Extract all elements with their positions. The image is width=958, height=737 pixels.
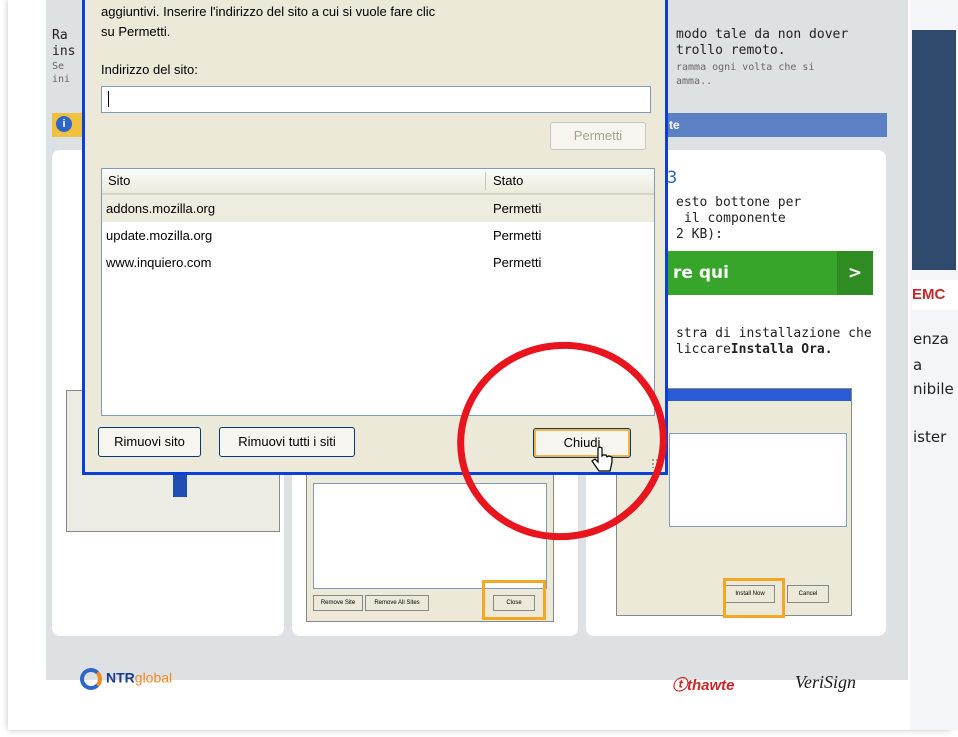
highlight-close-box	[482, 580, 546, 620]
site-cell: www.inquiero.com	[106, 255, 212, 270]
download-button[interactable]: re qui >	[665, 251, 873, 295]
left-text-fragment-2: ins	[52, 44, 76, 59]
site-cell: addons.mozilla.org	[106, 201, 216, 216]
dialog-intro-line-2: su Permetti.	[101, 24, 171, 39]
site-cell: update.mozilla.org	[106, 228, 213, 243]
right-label-ister: ister	[913, 428, 947, 446]
text-caret	[108, 91, 109, 108]
step-text-line-3: 2 KB):	[676, 227, 723, 242]
highlight-install-box	[723, 578, 785, 618]
verisign-logo-text: VeriSign	[795, 672, 856, 692]
thumbnail-2-remove-all: Remove All Sites	[365, 595, 429, 611]
status-cell: Permetti	[493, 228, 542, 243]
site-row[interactable]: addons.mozilla.org Permetti	[102, 195, 654, 222]
thumbnail-3-panel	[669, 433, 847, 527]
hand-cursor-icon	[591, 446, 613, 472]
dialog-intro-line-1: aggiuntivi. Inserire l'indirizzo del sit…	[101, 4, 436, 19]
site-row[interactable]: www.inquiero.com Permetti	[102, 249, 654, 276]
status-cell: Permetti	[493, 201, 542, 216]
arrow-right-icon: >	[837, 251, 873, 295]
verisign-logo: VeriSign	[795, 672, 856, 693]
right-small-line-1: ramma ogni volta che si	[676, 62, 815, 73]
install-text-line-2: liccareInstalla Ora.	[676, 342, 833, 358]
ntr-global-logo: NTRglobal	[80, 668, 172, 690]
right-emc-label: EMC	[912, 280, 958, 310]
right-label-enza: enza	[913, 330, 949, 348]
remove-site-button[interactable]: Rimuovi sito	[98, 427, 201, 457]
remove-all-sites-button[interactable]: Rimuovi tutti i siti	[219, 427, 355, 457]
sites-list-header: Sito Stato	[102, 169, 654, 195]
ntr-logo-icon	[80, 668, 102, 690]
allow-button[interactable]: Permetti	[550, 122, 646, 150]
thumbnail-3-cancel: Cancel	[787, 585, 829, 603]
download-button-label: re qui	[673, 263, 729, 283]
step-text-line-1: esto bottone per	[676, 195, 802, 210]
step-number: 3	[667, 168, 678, 188]
column-header-status[interactable]: Stato	[493, 169, 523, 193]
install-text-bold: Installa Ora.	[730, 342, 833, 357]
thawte-logo-text: thawte	[687, 677, 735, 694]
site-address-label: Indirizzo del sito:	[101, 62, 198, 77]
ntr-logo-sub: global	[134, 669, 173, 686]
right-blue-bar: te	[665, 113, 887, 137]
left-text-fragment-4: ini	[52, 74, 71, 85]
install-text-line-1: stra di installazione che	[676, 326, 872, 341]
right-label-a: a	[913, 356, 923, 374]
left-text-fragment-1: Ra	[52, 28, 68, 43]
right-heading-line-2: trollo remoto.	[676, 43, 786, 58]
site-row[interactable]: update.mozilla.org Permetti	[102, 222, 654, 249]
ntr-logo-main: NTR	[106, 669, 135, 686]
column-divider	[485, 172, 486, 190]
install-text-prefix: liccare	[676, 342, 731, 357]
thawte-t-icon: ⓣ	[672, 677, 688, 694]
right-heading-line-1: modo tale da non dover	[676, 27, 849, 42]
status-cell: Permetti	[493, 255, 542, 270]
step-text-line-2: il componente	[684, 211, 786, 226]
column-header-site[interactable]: Sito	[108, 169, 130, 193]
right-small-line-2: amma..	[676, 76, 713, 87]
right-label-nibile: nibile	[913, 380, 954, 398]
thawte-logo: ⓣthawte	[672, 674, 735, 695]
site-address-input[interactable]	[101, 86, 651, 113]
right-dark-banner	[912, 30, 956, 270]
left-text-fragment-3: Se	[52, 61, 65, 72]
thumbnail-2-remove-site: Remove Site	[313, 595, 363, 611]
info-icon: i	[56, 116, 72, 132]
